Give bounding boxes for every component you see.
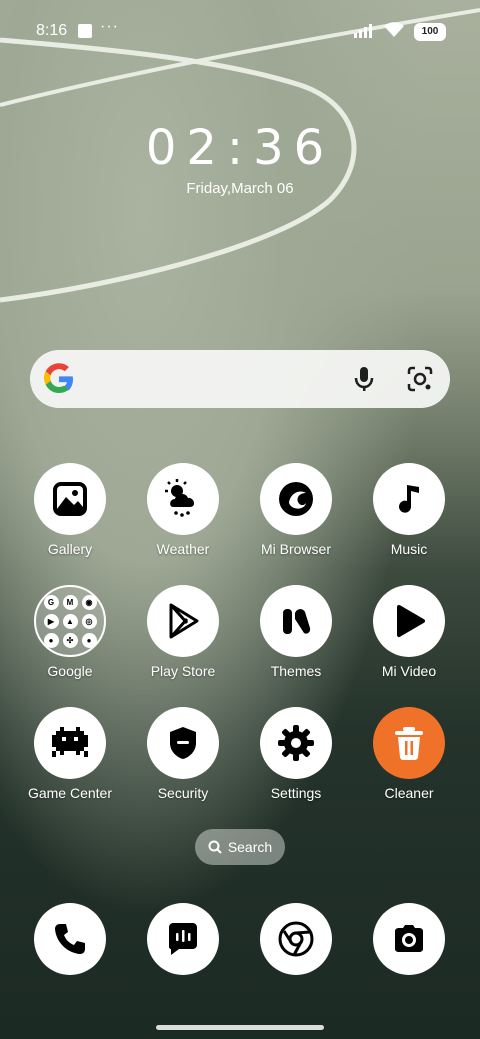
app-label: Music bbox=[390, 541, 428, 557]
app-label: Play Store bbox=[150, 663, 216, 679]
weather-icon bbox=[147, 463, 219, 535]
folder-item: ● bbox=[81, 632, 97, 648]
status-time: 8:16 bbox=[36, 22, 68, 39]
music-icon bbox=[373, 463, 445, 535]
clock-time[interactable]: 02:36 bbox=[0, 120, 480, 176]
status-bar: 8:16 ··· 100 bbox=[36, 18, 446, 46]
app-security[interactable]: Security bbox=[128, 707, 238, 801]
phone-icon bbox=[34, 903, 106, 975]
play-store-icon bbox=[147, 585, 219, 657]
app-label: Settings bbox=[270, 785, 322, 801]
gallery-icon bbox=[34, 463, 106, 535]
app-themes[interactable]: Themes bbox=[241, 585, 351, 679]
wifi-icon bbox=[384, 22, 404, 37]
search-icon bbox=[208, 840, 222, 854]
themes-icon bbox=[260, 585, 332, 657]
app-play-store[interactable]: Play Store bbox=[128, 585, 238, 679]
dock-camera[interactable] bbox=[354, 903, 464, 975]
folder-item: M bbox=[62, 594, 78, 610]
app-mi-browser[interactable]: Mi Browser bbox=[241, 463, 351, 557]
app-label: Weather bbox=[156, 541, 210, 557]
app-label: Gallery bbox=[47, 541, 93, 557]
battery-indicator: 100 bbox=[414, 23, 446, 41]
app-label: Game Center bbox=[27, 785, 113, 801]
security-icon bbox=[147, 707, 219, 779]
mi-video-icon bbox=[373, 585, 445, 657]
google-lens-icon[interactable] bbox=[406, 365, 434, 393]
dock-phone[interactable] bbox=[15, 903, 125, 975]
folder-item: ◉ bbox=[81, 594, 97, 610]
folder-item: ▶ bbox=[43, 613, 59, 629]
folder-item: ● bbox=[43, 632, 59, 648]
more-notifications-indicator: ··· bbox=[100, 18, 119, 35]
folder-item: ◎ bbox=[81, 613, 97, 629]
app-google-folder[interactable]: G M ◉ ▶ ▲ ◎ ● ✣ ● Google bbox=[15, 585, 125, 679]
google-search-bar[interactable] bbox=[30, 350, 450, 408]
app-mi-video[interactable]: Mi Video bbox=[354, 585, 464, 679]
settings-icon bbox=[260, 707, 332, 779]
chrome-icon bbox=[260, 903, 332, 975]
app-weather[interactable]: Weather bbox=[128, 463, 238, 557]
dock-chrome[interactable] bbox=[241, 903, 351, 975]
app-drawer-search-label: Search bbox=[227, 839, 273, 855]
home-indicator[interactable] bbox=[156, 1025, 324, 1030]
app-label: Mi Video bbox=[381, 663, 437, 679]
app-label: Security bbox=[157, 785, 209, 801]
google-folder-icon: G M ◉ ▶ ▲ ◎ ● ✣ ● bbox=[34, 585, 106, 657]
folder-item: ▲ bbox=[62, 613, 78, 629]
notification-icon bbox=[78, 24, 92, 38]
app-label: Themes bbox=[270, 663, 322, 679]
camera-icon bbox=[373, 903, 445, 975]
app-gallery[interactable]: Gallery bbox=[15, 463, 125, 557]
clock-date[interactable]: Friday,March 06 bbox=[0, 180, 480, 197]
signal-icon bbox=[354, 24, 372, 38]
cleaner-icon bbox=[373, 707, 445, 779]
app-drawer-search-button[interactable]: Search bbox=[195, 829, 285, 865]
mic-icon[interactable] bbox=[352, 365, 376, 393]
mi-browser-icon bbox=[260, 463, 332, 535]
game-center-icon bbox=[34, 707, 106, 779]
google-g-icon bbox=[44, 363, 73, 393]
folder-item: G bbox=[43, 594, 59, 610]
app-cleaner[interactable]: Cleaner bbox=[354, 707, 464, 801]
messages-icon bbox=[147, 903, 219, 975]
app-music[interactable]: Music bbox=[354, 463, 464, 557]
app-label: Cleaner bbox=[384, 785, 434, 801]
app-label: Mi Browser bbox=[260, 541, 331, 557]
app-settings[interactable]: Settings bbox=[241, 707, 351, 801]
dock-messages[interactable] bbox=[128, 903, 238, 975]
app-label: Google bbox=[47, 663, 93, 679]
folder-item: ✣ bbox=[62, 632, 78, 648]
app-game-center[interactable]: Game Center bbox=[15, 707, 125, 801]
